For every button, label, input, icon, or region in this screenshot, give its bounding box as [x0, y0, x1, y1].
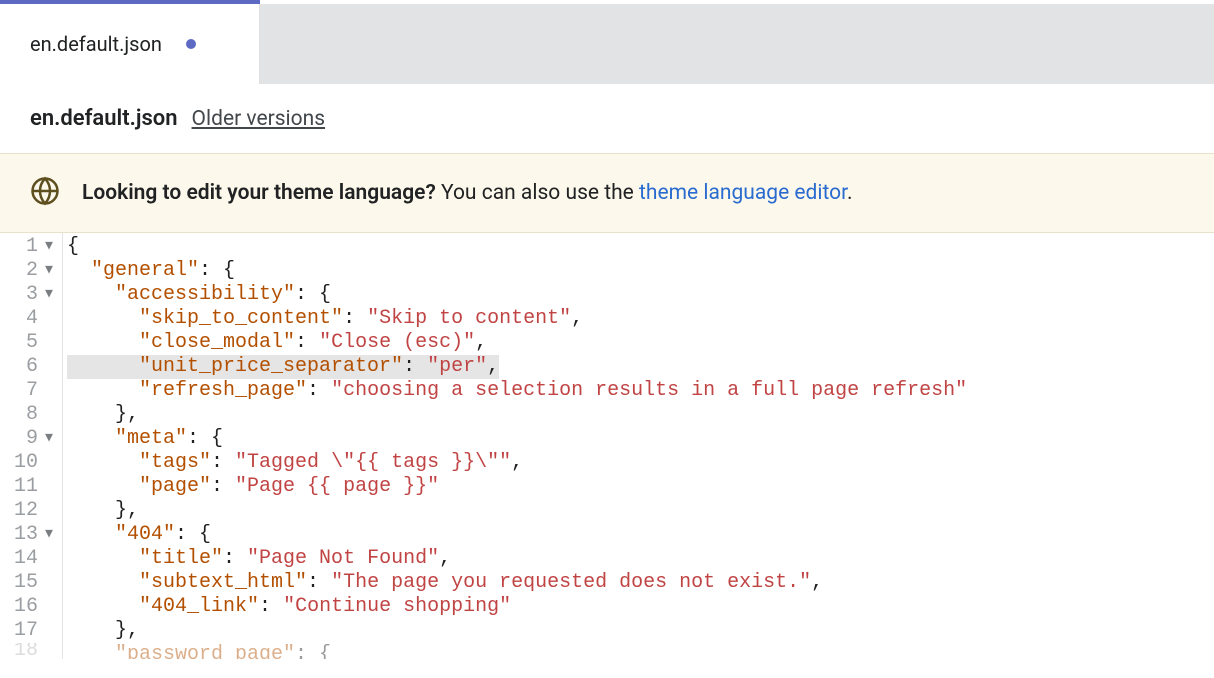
- tab-strip: en.default.json: [0, 4, 1214, 84]
- code-line[interactable]: "refresh_page": "choosing a selection re…: [63, 379, 1214, 403]
- gutter-row: 9▾: [0, 427, 62, 451]
- gutter-row: 11: [0, 475, 62, 499]
- code-line[interactable]: "skip_to_content": "Skip to content",: [63, 307, 1214, 331]
- fold-toggle-icon[interactable]: ▾: [40, 283, 58, 307]
- code-line[interactable]: },: [63, 403, 1214, 427]
- gutter-row: 2▾: [0, 259, 62, 283]
- gutter-row: 17: [0, 619, 62, 643]
- line-number: 10: [6, 451, 38, 475]
- gutter-row: 12: [0, 499, 62, 523]
- unsaved-dot-icon: [186, 39, 196, 49]
- gutter-row: 4: [0, 307, 62, 331]
- code-line[interactable]: "close_modal": "Close (esc)",: [63, 331, 1214, 355]
- line-number: 12: [6, 499, 38, 523]
- fold-toggle-icon[interactable]: ▾: [40, 523, 58, 547]
- line-number: 18: [6, 643, 38, 659]
- line-number: 1: [6, 235, 38, 259]
- line-number: 13: [6, 523, 38, 547]
- gutter-row: 6: [0, 355, 62, 379]
- line-number: 16: [6, 595, 38, 619]
- line-gutter: 1▾2▾3▾456789▾10111213▾1415161718: [0, 233, 63, 659]
- code-line[interactable]: },: [63, 499, 1214, 523]
- line-number: 17: [6, 619, 38, 643]
- gutter-row: 1▾: [0, 235, 62, 259]
- code-area[interactable]: { "general": { "accessibility": { "skip_…: [63, 233, 1214, 659]
- line-number: 11: [6, 475, 38, 499]
- line-number: 3: [6, 283, 38, 307]
- code-line[interactable]: "404": {: [63, 523, 1214, 547]
- code-line[interactable]: {: [63, 235, 1214, 259]
- code-line[interactable]: "page": "Page {{ page }}": [63, 475, 1214, 499]
- gutter-row: 13▾: [0, 523, 62, 547]
- fold-toggle-icon[interactable]: ▾: [40, 235, 58, 259]
- gutter-row: 8: [0, 403, 62, 427]
- line-number: 4: [6, 307, 38, 331]
- code-line[interactable]: "general": {: [63, 259, 1214, 283]
- line-number: 2: [6, 259, 38, 283]
- code-line[interactable]: "password_page": {: [63, 643, 1214, 659]
- gutter-row: 18: [0, 643, 62, 659]
- fold-toggle-icon[interactable]: ▾: [40, 427, 58, 451]
- gutter-row: 15: [0, 571, 62, 595]
- code-line[interactable]: "unit_price_separator": "per",: [63, 355, 1214, 379]
- code-line[interactable]: "title": "Page Not Found",: [63, 547, 1214, 571]
- gutter-row: 7: [0, 379, 62, 403]
- line-number: 14: [6, 547, 38, 571]
- gutter-row: 5: [0, 331, 62, 355]
- banner-text: Looking to edit your theme language? You…: [82, 181, 853, 205]
- gutter-row: 14: [0, 547, 62, 571]
- line-number: 5: [6, 331, 38, 355]
- older-versions-link[interactable]: Older versions: [192, 107, 326, 131]
- line-number: 15: [6, 571, 38, 595]
- line-number: 8: [6, 403, 38, 427]
- theme-language-editor-link[interactable]: theme language editor: [639, 181, 847, 205]
- line-number: 7: [6, 379, 38, 403]
- code-editor[interactable]: 1▾2▾3▾456789▾10111213▾1415161718 { "gene…: [0, 233, 1214, 659]
- line-number: 6: [6, 355, 38, 379]
- line-number: 9: [6, 427, 38, 451]
- file-tab[interactable]: en.default.json: [0, 4, 260, 84]
- gutter-row: 10: [0, 451, 62, 475]
- file-title: en.default.json: [30, 106, 178, 131]
- gutter-row: 16: [0, 595, 62, 619]
- fold-toggle-icon[interactable]: ▾: [40, 259, 58, 283]
- code-line[interactable]: },: [63, 619, 1214, 643]
- tab-label: en.default.json: [30, 32, 162, 56]
- code-line[interactable]: "404_link": "Continue shopping": [63, 595, 1214, 619]
- info-banner: Looking to edit your theme language? You…: [0, 153, 1214, 233]
- gutter-row: 3▾: [0, 283, 62, 307]
- code-line[interactable]: "tags": "Tagged \"{{ tags }}\"",: [63, 451, 1214, 475]
- globe-icon: [30, 176, 60, 210]
- code-line[interactable]: "accessibility": {: [63, 283, 1214, 307]
- code-line[interactable]: "meta": {: [63, 427, 1214, 451]
- code-line[interactable]: "subtext_html": "The page you requested …: [63, 571, 1214, 595]
- subheader: en.default.json Older versions: [0, 84, 1214, 153]
